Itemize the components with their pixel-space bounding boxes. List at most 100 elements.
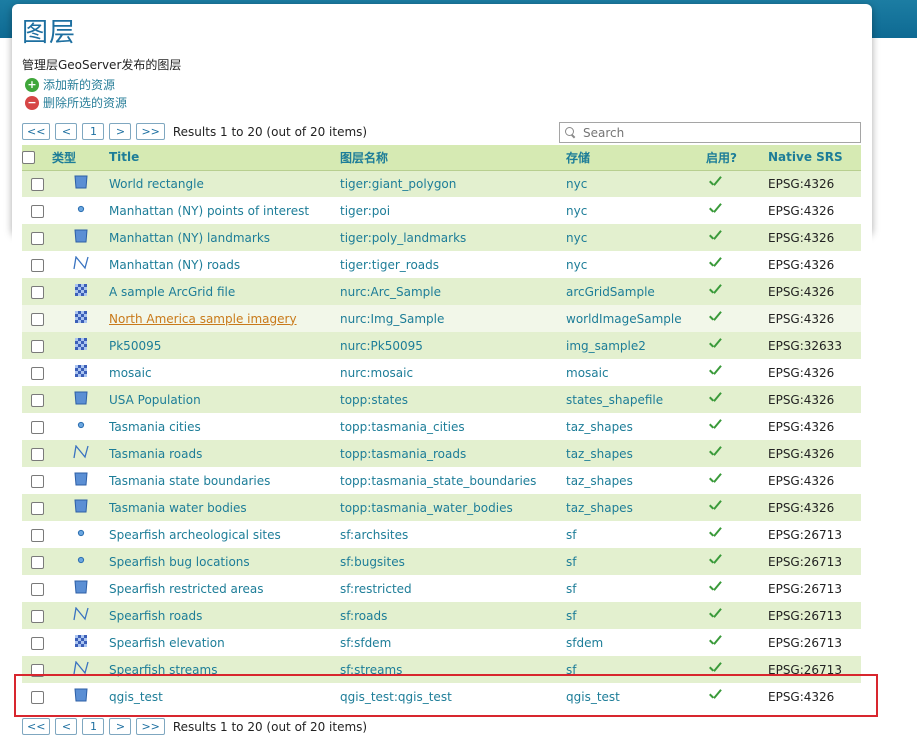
layer-store-link[interactable]: taz_shapes: [566, 467, 706, 494]
row-checkbox[interactable]: [30, 177, 44, 191]
col-store[interactable]: 存储: [566, 145, 706, 171]
layer-title-link[interactable]: North America sample imagery: [109, 305, 340, 332]
layer-store-link[interactable]: nyc: [566, 197, 706, 224]
layer-store-link[interactable]: taz_shapes: [566, 413, 706, 440]
layer-name-link[interactable]: topp:tasmania_roads: [340, 440, 566, 467]
row-checkbox[interactable]: [30, 258, 44, 272]
layer-store-link[interactable]: sf: [566, 602, 706, 629]
layer-store-link[interactable]: nyc: [566, 170, 706, 197]
layer-name-link[interactable]: tiger:poi: [340, 197, 566, 224]
layer-title-link[interactable]: USA Population: [109, 386, 340, 413]
prev-page-button-bottom[interactable]: <: [55, 718, 78, 735]
layer-name-link[interactable]: nurc:Arc_Sample: [340, 278, 566, 305]
layer-store-link[interactable]: sf: [566, 575, 706, 602]
col-layer-name[interactable]: 图层名称: [340, 145, 566, 171]
layer-store-link[interactable]: sfdem: [566, 629, 706, 656]
layer-name-link[interactable]: nurc:Pk50095: [340, 332, 566, 359]
row-checkbox[interactable]: [30, 501, 44, 515]
layer-title-link[interactable]: mosaic: [109, 359, 340, 386]
layer-title-link[interactable]: Spearfish streams: [109, 656, 340, 683]
layer-title-link[interactable]: Tasmania state boundaries: [109, 467, 340, 494]
layer-store-link[interactable]: nyc: [566, 224, 706, 251]
layer-name-link[interactable]: topp:tasmania_water_bodies: [340, 494, 566, 521]
next-page-button-bottom[interactable]: >: [109, 718, 132, 735]
layer-title-link[interactable]: qgis_test: [109, 683, 340, 710]
search-box[interactable]: [559, 122, 861, 143]
col-enabled[interactable]: 启用?: [706, 145, 768, 171]
layer-name-link[interactable]: sf:roads: [340, 602, 566, 629]
layer-name-link[interactable]: sf:sfdem: [340, 629, 566, 656]
layer-title-link[interactable]: Spearfish archeological sites: [109, 521, 340, 548]
layer-title-link[interactable]: Spearfish bug locations: [109, 548, 340, 575]
col-type[interactable]: 类型: [52, 145, 109, 171]
row-checkbox[interactable]: [30, 447, 44, 461]
row-checkbox[interactable]: [30, 339, 44, 353]
layer-name-link[interactable]: topp:tasmania_state_boundaries: [340, 467, 566, 494]
row-checkbox[interactable]: [30, 366, 44, 380]
layer-store-link[interactable]: arcGridSample: [566, 278, 706, 305]
row-checkbox[interactable]: [30, 474, 44, 488]
layer-title-link[interactable]: Tasmania water bodies: [109, 494, 340, 521]
row-checkbox[interactable]: [30, 312, 44, 326]
remove-resource-link[interactable]: − 删除所选的资源: [25, 94, 127, 111]
first-page-button[interactable]: <<: [22, 123, 51, 140]
layer-store-link[interactable]: taz_shapes: [566, 494, 706, 521]
layer-name-link[interactable]: nurc:Img_Sample: [340, 305, 566, 332]
layer-name-link[interactable]: tiger:giant_polygon: [340, 170, 566, 197]
row-checkbox[interactable]: [30, 582, 44, 596]
layer-store-link[interactable]: mosaic: [566, 359, 706, 386]
row-checkbox[interactable]: [30, 204, 44, 218]
row-checkbox[interactable]: [30, 636, 44, 650]
layer-title-link[interactable]: Manhattan (NY) points of interest: [109, 197, 340, 224]
layer-title-link[interactable]: Spearfish elevation: [109, 629, 340, 656]
last-page-button[interactable]: >>: [136, 123, 165, 140]
layer-name-link[interactable]: tiger:tiger_roads: [340, 251, 566, 278]
layer-store-link[interactable]: sf: [566, 656, 706, 683]
row-checkbox[interactable]: [30, 555, 44, 569]
last-page-button-bottom[interactable]: >>: [136, 718, 165, 735]
layer-name-link[interactable]: sf:restricted: [340, 575, 566, 602]
layer-name-link[interactable]: sf:archsites: [340, 521, 566, 548]
layer-name-link[interactable]: topp:tasmania_cities: [340, 413, 566, 440]
layer-title-link[interactable]: A sample ArcGrid file: [109, 278, 340, 305]
row-checkbox[interactable]: [30, 690, 44, 704]
layer-title-link[interactable]: Spearfish restricted areas: [109, 575, 340, 602]
layer-title-link[interactable]: World rectangle: [109, 170, 340, 197]
col-title[interactable]: Title: [109, 145, 340, 171]
layer-store-link[interactable]: qgis_test: [566, 683, 706, 710]
layer-title-link[interactable]: Pk50095: [109, 332, 340, 359]
layer-store-link[interactable]: taz_shapes: [566, 440, 706, 467]
row-checkbox[interactable]: [30, 420, 44, 434]
row-checkbox[interactable]: [30, 393, 44, 407]
row-checkbox[interactable]: [30, 528, 44, 542]
layer-title-link[interactable]: Manhattan (NY) landmarks: [109, 224, 340, 251]
layer-store-link[interactable]: img_sample2: [566, 332, 706, 359]
col-native-srs[interactable]: Native SRS: [768, 145, 861, 171]
row-checkbox[interactable]: [30, 663, 44, 677]
page-1-button-bottom[interactable]: 1: [82, 718, 105, 735]
layer-title-link[interactable]: Tasmania roads: [109, 440, 340, 467]
layer-name-link[interactable]: topp:states: [340, 386, 566, 413]
layer-store-link[interactable]: sf: [566, 521, 706, 548]
prev-page-button[interactable]: <: [55, 123, 78, 140]
row-checkbox[interactable]: [30, 231, 44, 245]
page-1-button[interactable]: 1: [82, 123, 105, 140]
layer-name-link[interactable]: nurc:mosaic: [340, 359, 566, 386]
row-checkbox[interactable]: [30, 609, 44, 623]
layer-title-link[interactable]: Spearfish roads: [109, 602, 340, 629]
search-input[interactable]: [581, 124, 851, 141]
select-all-checkbox[interactable]: [22, 151, 35, 165]
layer-title-link[interactable]: Tasmania cities: [109, 413, 340, 440]
first-page-button-bottom[interactable]: <<: [22, 718, 51, 735]
layer-store-link[interactable]: states_shapefile: [566, 386, 706, 413]
row-checkbox[interactable]: [30, 285, 44, 299]
next-page-button[interactable]: >: [109, 123, 132, 140]
layer-name-link[interactable]: qgis_test:qgis_test: [340, 683, 566, 710]
layer-title-link[interactable]: Manhattan (NY) roads: [109, 251, 340, 278]
layer-name-link[interactable]: sf:bugsites: [340, 548, 566, 575]
layer-store-link[interactable]: worldImageSample: [566, 305, 706, 332]
layer-store-link[interactable]: nyc: [566, 251, 706, 278]
layer-name-link[interactable]: tiger:poly_landmarks: [340, 224, 566, 251]
layer-store-link[interactable]: sf: [566, 548, 706, 575]
layer-name-link[interactable]: sf:streams: [340, 656, 566, 683]
